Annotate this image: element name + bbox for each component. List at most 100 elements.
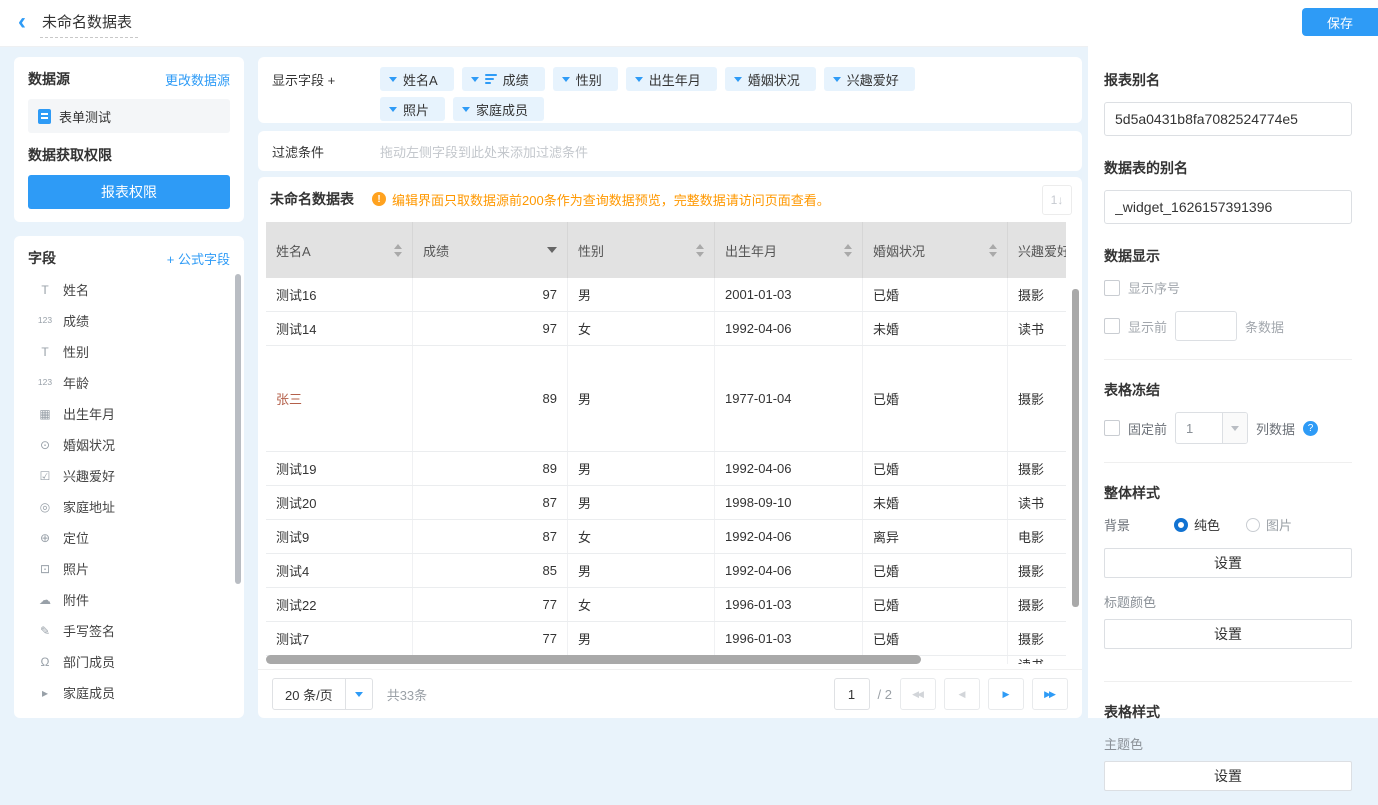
filter-dropzone[interactable]: 拖动左侧字段到此处来添加过滤条件 <box>380 142 588 161</box>
table-row: 测试777男1996-01-03已婚摄影 <box>266 622 1066 656</box>
add-display-field-icon[interactable]: + <box>328 73 336 88</box>
datasource-item-label: 表单测试 <box>59 107 111 126</box>
table: 姓名A 成绩 性别 出生年月 婚姻状况 兴趣爱好 测试1697男2001-01-… <box>266 222 1066 664</box>
show-top-count-input[interactable] <box>1175 311 1237 341</box>
column-header-hobby[interactable]: 兴趣爱好 <box>1008 222 1066 278</box>
chevron-down-icon <box>1222 413 1247 443</box>
next-page-button[interactable]: ▶ <box>988 678 1024 710</box>
chip-gender[interactable]: 性别 <box>553 67 618 91</box>
pagination-bar: 20 条/页 共33条 / 2 ◀◀ ◀ ▶ ▶▶ <box>258 669 1082 718</box>
chip-row: 照片 家庭成员 <box>380 97 915 121</box>
chip-birthdate[interactable]: 出生年月 <box>626 67 717 91</box>
datasource-title: 数据源 <box>28 69 70 89</box>
total-count: 共33条 <box>387 685 427 704</box>
chip-photo[interactable]: 照片 <box>380 97 445 121</box>
divider <box>1104 462 1352 463</box>
theme-color-setting-button[interactable]: 设置 <box>1104 761 1352 791</box>
show-index-label: 显示序号 <box>1128 278 1180 297</box>
column-header-name[interactable]: 姓名A <box>266 222 413 278</box>
address-field-icon: ◎ <box>36 501 54 513</box>
field-item-location[interactable]: ⊕定位 <box>28 522 230 553</box>
field-item-photo[interactable]: ⊡照片 <box>28 553 230 584</box>
freeze-count-select[interactable]: 1 <box>1175 412 1248 444</box>
chip-marital[interactable]: 婚姻状况 <box>725 67 816 91</box>
field-item-signature[interactable]: ✎手写签名 <box>28 615 230 646</box>
background-setting-button[interactable]: 设置 <box>1104 548 1352 578</box>
attachment-field-icon: ☁ <box>36 594 54 606</box>
prev-page-button[interactable]: ◀ <box>944 678 980 710</box>
back-icon[interactable]: ‹ <box>18 10 26 34</box>
sort-both-icon <box>844 244 852 257</box>
bg-image-label: 图片 <box>1266 515 1292 534</box>
current-page-input[interactable] <box>834 678 870 710</box>
field-item-address[interactable]: ◎家庭地址 <box>28 491 230 522</box>
table-horizontal-scrollbar[interactable] <box>266 655 1066 664</box>
checkbox-field-icon: ☑ <box>36 470 54 482</box>
field-list: T姓名 123成绩 T性别 123年龄 ▦出生年月 ⊙婚姻状况 ☑兴趣爱好 ◎家… <box>28 274 230 708</box>
display-fields-card: 显示字段 + 姓名A 成绩 性别 出生年月 婚姻状况 兴趣爱好 照片 家庭成员 <box>258 57 1082 123</box>
first-page-button[interactable]: ◀◀ <box>900 678 936 710</box>
bg-image-radio[interactable] <box>1246 518 1260 532</box>
chip-family-member[interactable]: 家庭成员 <box>453 97 544 121</box>
chip-name-a[interactable]: 姓名A <box>380 67 454 91</box>
chip-score[interactable]: 成绩 <box>462 67 545 91</box>
chevron-down-icon <box>734 77 742 82</box>
sort-both-icon <box>696 244 704 257</box>
chip-hobby[interactable]: 兴趣爱好 <box>824 67 915 91</box>
field-item-gender[interactable]: T性别 <box>28 336 230 367</box>
field-item-name[interactable]: T姓名 <box>28 274 230 305</box>
bg-solid-radio[interactable] <box>1174 518 1188 532</box>
field-item-marital[interactable]: ⊙婚姻状况 <box>28 429 230 460</box>
display-fields-label: 显示字段 + <box>272 67 380 113</box>
change-datasource-link[interactable]: 更改数据源 <box>165 70 230 89</box>
page-total: / 2 <box>878 687 892 702</box>
table-vertical-scrollbar[interactable] <box>1072 289 1079 607</box>
divider <box>1104 359 1352 360</box>
last-page-button[interactable]: ▶▶ <box>1032 678 1068 710</box>
page-size-select[interactable]: 20 条/页 <box>272 678 373 710</box>
datasource-card: 数据源 更改数据源 表单测试 数据获取权限 报表权限 <box>14 57 244 222</box>
plus-icon: + <box>167 252 175 267</box>
field-item-dept-member[interactable]: Ω部门成员 <box>28 646 230 677</box>
show-top-checkbox[interactable] <box>1104 318 1120 334</box>
field-item-attachment[interactable]: ☁附件 <box>28 584 230 615</box>
table-alias-label: 数据表的别名 <box>1104 158 1352 178</box>
image-field-icon: ⊡ <box>36 563 54 575</box>
chevron-down-icon <box>635 77 643 82</box>
chevron-down-icon <box>345 679 372 709</box>
page-title[interactable]: 未命名数据表 <box>40 9 138 38</box>
field-item-score[interactable]: 123成绩 <box>28 305 230 336</box>
fields-scrollbar[interactable] <box>235 274 241 584</box>
table-alias-input[interactable] <box>1104 190 1352 224</box>
signature-field-icon: ✎ <box>36 625 54 637</box>
table-row: 测试1497女1992-04-06未婚读书 <box>266 312 1066 346</box>
text-field-icon: T <box>36 284 54 296</box>
column-header-score[interactable]: 成绩 <box>413 222 568 278</box>
chevron-down-icon <box>471 77 479 82</box>
chevron-down-icon <box>462 107 470 112</box>
table-row: 测试1989男1992-04-06已婚摄影 <box>266 452 1066 486</box>
column-header-birthdate[interactable]: 出生年月 <box>715 222 863 278</box>
sort-both-icon <box>989 244 997 257</box>
sort-desc-icon <box>547 247 557 253</box>
field-item-birthdate[interactable]: ▦出生年月 <box>28 398 230 429</box>
field-item-family-member[interactable]: ▸家庭成员 <box>28 677 230 708</box>
warning-icon: ! <box>372 192 386 206</box>
report-alias-label: 报表别名 <box>1104 70 1352 90</box>
show-index-checkbox[interactable] <box>1104 280 1120 296</box>
report-alias-input[interactable] <box>1104 102 1352 136</box>
column-header-gender[interactable]: 性别 <box>568 222 715 278</box>
datasource-item[interactable]: 表单测试 <box>28 99 230 133</box>
column-header-marital[interactable]: 婚姻状况 <box>863 222 1008 278</box>
freeze-title: 表格冻结 <box>1104 380 1352 400</box>
field-item-hobby[interactable]: ☑兴趣爱好 <box>28 460 230 491</box>
report-permission-button[interactable]: 报表权限 <box>28 175 230 209</box>
title-color-setting-button[interactable]: 设置 <box>1104 619 1352 649</box>
background-label: 背景 <box>1104 515 1174 534</box>
save-button[interactable]: 保存 <box>1302 8 1378 36</box>
add-formula-field-link[interactable]: + 公式字段 <box>167 249 230 268</box>
field-item-age[interactable]: 123年龄 <box>28 367 230 398</box>
help-icon[interactable]: ? <box>1303 421 1318 436</box>
sort-order-button[interactable]: 1↓ <box>1042 185 1072 215</box>
freeze-checkbox[interactable] <box>1104 420 1120 436</box>
